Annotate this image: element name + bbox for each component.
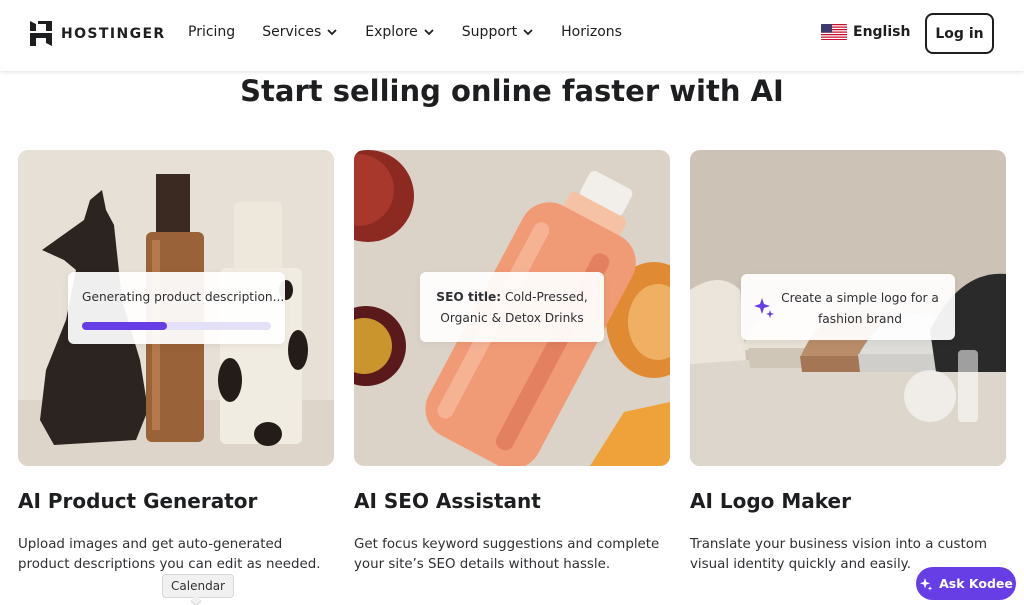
nav-pricing-label: Pricing xyxy=(188,24,236,40)
ask-kodee-label: Ask Kodee xyxy=(939,576,1013,591)
seo-assistant-image: SEO title: Cold-Pressed, Organic & Detox… xyxy=(354,150,670,466)
us-flag-icon xyxy=(821,24,847,40)
login-button[interactable]: Log in xyxy=(925,13,994,54)
nav-horizons[interactable]: Horizons xyxy=(561,24,622,40)
logo-prompt-card: Create a simple logo for a fashion brand xyxy=(741,274,955,340)
brand-logo[interactable]: HOSTINGER xyxy=(30,21,166,46)
card-title[interactable]: AI Logo Maker xyxy=(690,489,1006,513)
logo-maker-image: Create a simple logo for a fashion brand xyxy=(690,150,1006,466)
nav-services[interactable]: Services xyxy=(262,24,338,40)
chevron-down-icon xyxy=(523,29,533,36)
sparkle-icon xyxy=(754,298,774,318)
chevron-down-icon xyxy=(327,29,337,36)
logo-prompt-text: Create a simple logo for a fashion brand xyxy=(781,291,939,326)
hostinger-logo-icon xyxy=(30,21,52,46)
site-header: HOSTINGER Pricing Services Explore Suppo… xyxy=(0,0,1024,71)
language-selector[interactable]: English xyxy=(821,24,910,40)
card-title[interactable]: AI Product Generator xyxy=(18,489,334,513)
nav-explore[interactable]: Explore xyxy=(365,24,435,40)
progress-fill xyxy=(82,322,168,330)
generation-progress-bar xyxy=(82,322,271,330)
brand-name: HOSTINGER xyxy=(61,25,166,42)
calendar-tooltip: Calendar xyxy=(162,574,234,598)
card-logo-maker: Create a simple logo for a fashion brand… xyxy=(690,150,1006,575)
card-description: Upload images and get auto-generated pro… xyxy=(18,537,321,572)
ask-kodee-button[interactable]: Ask Kodee xyxy=(916,567,1016,600)
seo-title-card: SEO title: Cold-Pressed, Organic & Detox… xyxy=(420,272,604,342)
card-title[interactable]: AI SEO Assistant xyxy=(354,489,670,513)
nav-services-label: Services xyxy=(262,24,322,40)
card-seo-assistant: SEO title: Cold-Pressed, Organic & Detox… xyxy=(354,150,670,575)
nav-horizons-label: Horizons xyxy=(561,24,622,40)
card-description: Get focus keyword suggestions and comple… xyxy=(354,537,660,572)
card-product-generator: Generating product description... AI Pro… xyxy=(18,150,334,575)
generation-status-card: Generating product description... xyxy=(68,272,285,344)
section-title: Start selling online faster with AI xyxy=(240,74,784,108)
chevron-down-icon xyxy=(424,29,434,36)
nav-explore-label: Explore xyxy=(365,24,418,40)
main-nav: Pricing Services Explore Support Horizon… xyxy=(188,24,649,40)
product-generator-image: Generating product description... xyxy=(18,150,334,466)
seo-title-label: SEO title: xyxy=(436,290,502,304)
nav-support-label: Support xyxy=(461,24,518,40)
nav-support[interactable]: Support xyxy=(462,24,534,40)
language-label: English xyxy=(853,24,911,40)
sparkle-icon xyxy=(920,577,933,591)
nav-pricing[interactable]: Pricing xyxy=(188,24,235,40)
generation-status-text: Generating product description... xyxy=(82,290,285,304)
